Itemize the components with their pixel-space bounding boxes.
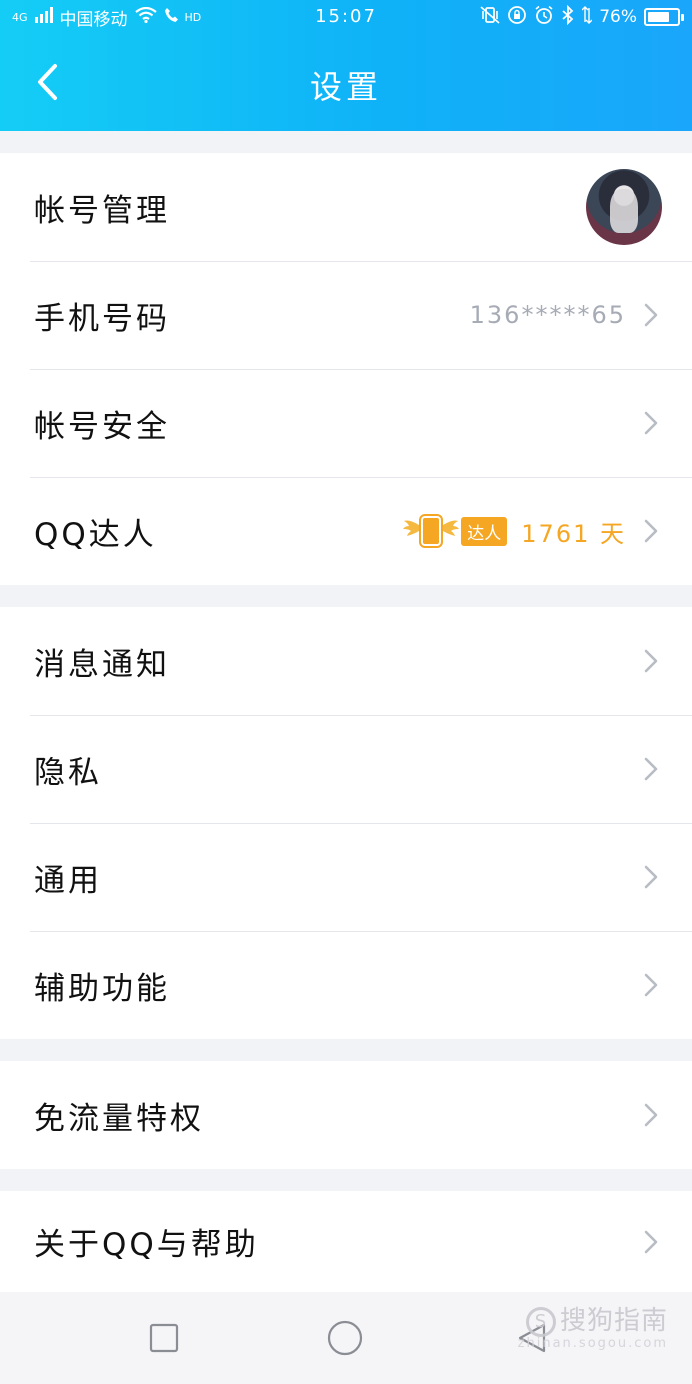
row-about-help[interactable]: 关于QQ与帮助 <box>0 1191 692 1292</box>
hd-label: HD <box>184 10 202 24</box>
settings-group-account: 帐号管理 手机号码 136*****65 帐号安全 QQ达人 达人 1761 天 <box>0 153 692 585</box>
chevron-right-icon <box>640 408 662 438</box>
status-bar: 4G 中国移动 HD 15:07 76% <box>0 0 692 34</box>
chevron-right-icon <box>640 516 662 546</box>
badge-label: 达人 <box>461 516 508 546</box>
home-button[interactable] <box>327 1320 363 1356</box>
row-label: 辅助功能 <box>34 970 170 1007</box>
row-privacy[interactable]: 隐私 <box>0 715 692 823</box>
battery-percent: 76% <box>599 7 637 27</box>
battery-icon <box>644 8 684 26</box>
watermark-text: 搜狗指南 <box>559 1306 668 1336</box>
row-free-data[interactable]: 免流量特权 <box>0 1061 692 1169</box>
watermark-subtext: zhinan.sogou.com <box>517 1336 668 1351</box>
recent-apps-button[interactable] <box>146 1320 182 1356</box>
row-phone-number[interactable]: 手机号码 136*****65 <box>0 261 692 369</box>
chevron-right-icon <box>640 970 662 1000</box>
settings-group-about: 关于QQ与帮助 <box>0 1191 692 1292</box>
vibrate-icon <box>480 6 500 28</box>
wing-icon <box>403 517 420 546</box>
carrier-name: 中国移动 <box>59 9 128 30</box>
alarm-icon <box>534 5 554 29</box>
square-icon <box>149 1323 179 1353</box>
hd-call-icon <box>164 7 178 27</box>
data-arrows-icon <box>581 6 593 28</box>
nav-bar: 设置 <box>0 34 692 131</box>
wifi-icon <box>134 6 157 27</box>
settings-group-data: 免流量特权 <box>0 1061 692 1169</box>
row-qq-expert[interactable]: QQ达人 达人 1761 天 <box>0 477 692 585</box>
chevron-right-icon <box>640 1227 662 1257</box>
row-label: 通用 <box>34 862 102 899</box>
settings-group-general: 消息通知 隐私 通用 辅助功能 <box>0 607 692 1039</box>
circle-icon <box>327 1320 363 1356</box>
row-label: 手机号码 <box>34 300 170 337</box>
app-header: 4G 中国移动 HD 15:07 76% 设置 <box>0 0 692 131</box>
expert-days-value: 1761 天 <box>521 519 626 548</box>
network-type: 4G <box>12 10 28 24</box>
chevron-right-icon <box>640 1100 662 1130</box>
bluetooth-icon <box>561 4 575 29</box>
row-label: 消息通知 <box>34 646 170 683</box>
chevron-right-icon <box>640 862 662 892</box>
watermark: S 搜狗指南 <box>525 1300 668 1337</box>
chevron-right-icon <box>640 754 662 784</box>
row-account-security[interactable]: 帐号安全 <box>0 369 692 477</box>
battery-fill <box>648 12 670 22</box>
row-accessibility[interactable]: 辅助功能 <box>0 931 692 1039</box>
phone-number-value: 136*****65 <box>469 301 626 329</box>
qq-expert-badge: 达人 <box>403 516 508 546</box>
row-label: QQ达人 <box>34 516 157 553</box>
chevron-right-icon <box>640 646 662 676</box>
avatar[interactable] <box>586 169 662 245</box>
rotation-lock-icon <box>507 5 527 29</box>
row-notifications[interactable]: 消息通知 <box>0 607 692 715</box>
sogou-logo-icon: S <box>525 1306 556 1337</box>
chevron-right-icon <box>640 300 662 330</box>
row-label: 关于QQ与帮助 <box>34 1227 259 1263</box>
row-account-management[interactable]: 帐号管理 <box>0 153 692 261</box>
phone-icon <box>421 516 442 546</box>
wing-icon <box>443 517 460 546</box>
page-title: 设置 <box>309 68 382 106</box>
row-label: 隐私 <box>34 754 102 791</box>
row-label: 帐号管理 <box>34 192 170 229</box>
signal-icon <box>34 7 53 27</box>
row-label: 帐号安全 <box>34 408 170 445</box>
row-label: 免流量特权 <box>34 1100 204 1137</box>
row-general[interactable]: 通用 <box>0 823 692 931</box>
